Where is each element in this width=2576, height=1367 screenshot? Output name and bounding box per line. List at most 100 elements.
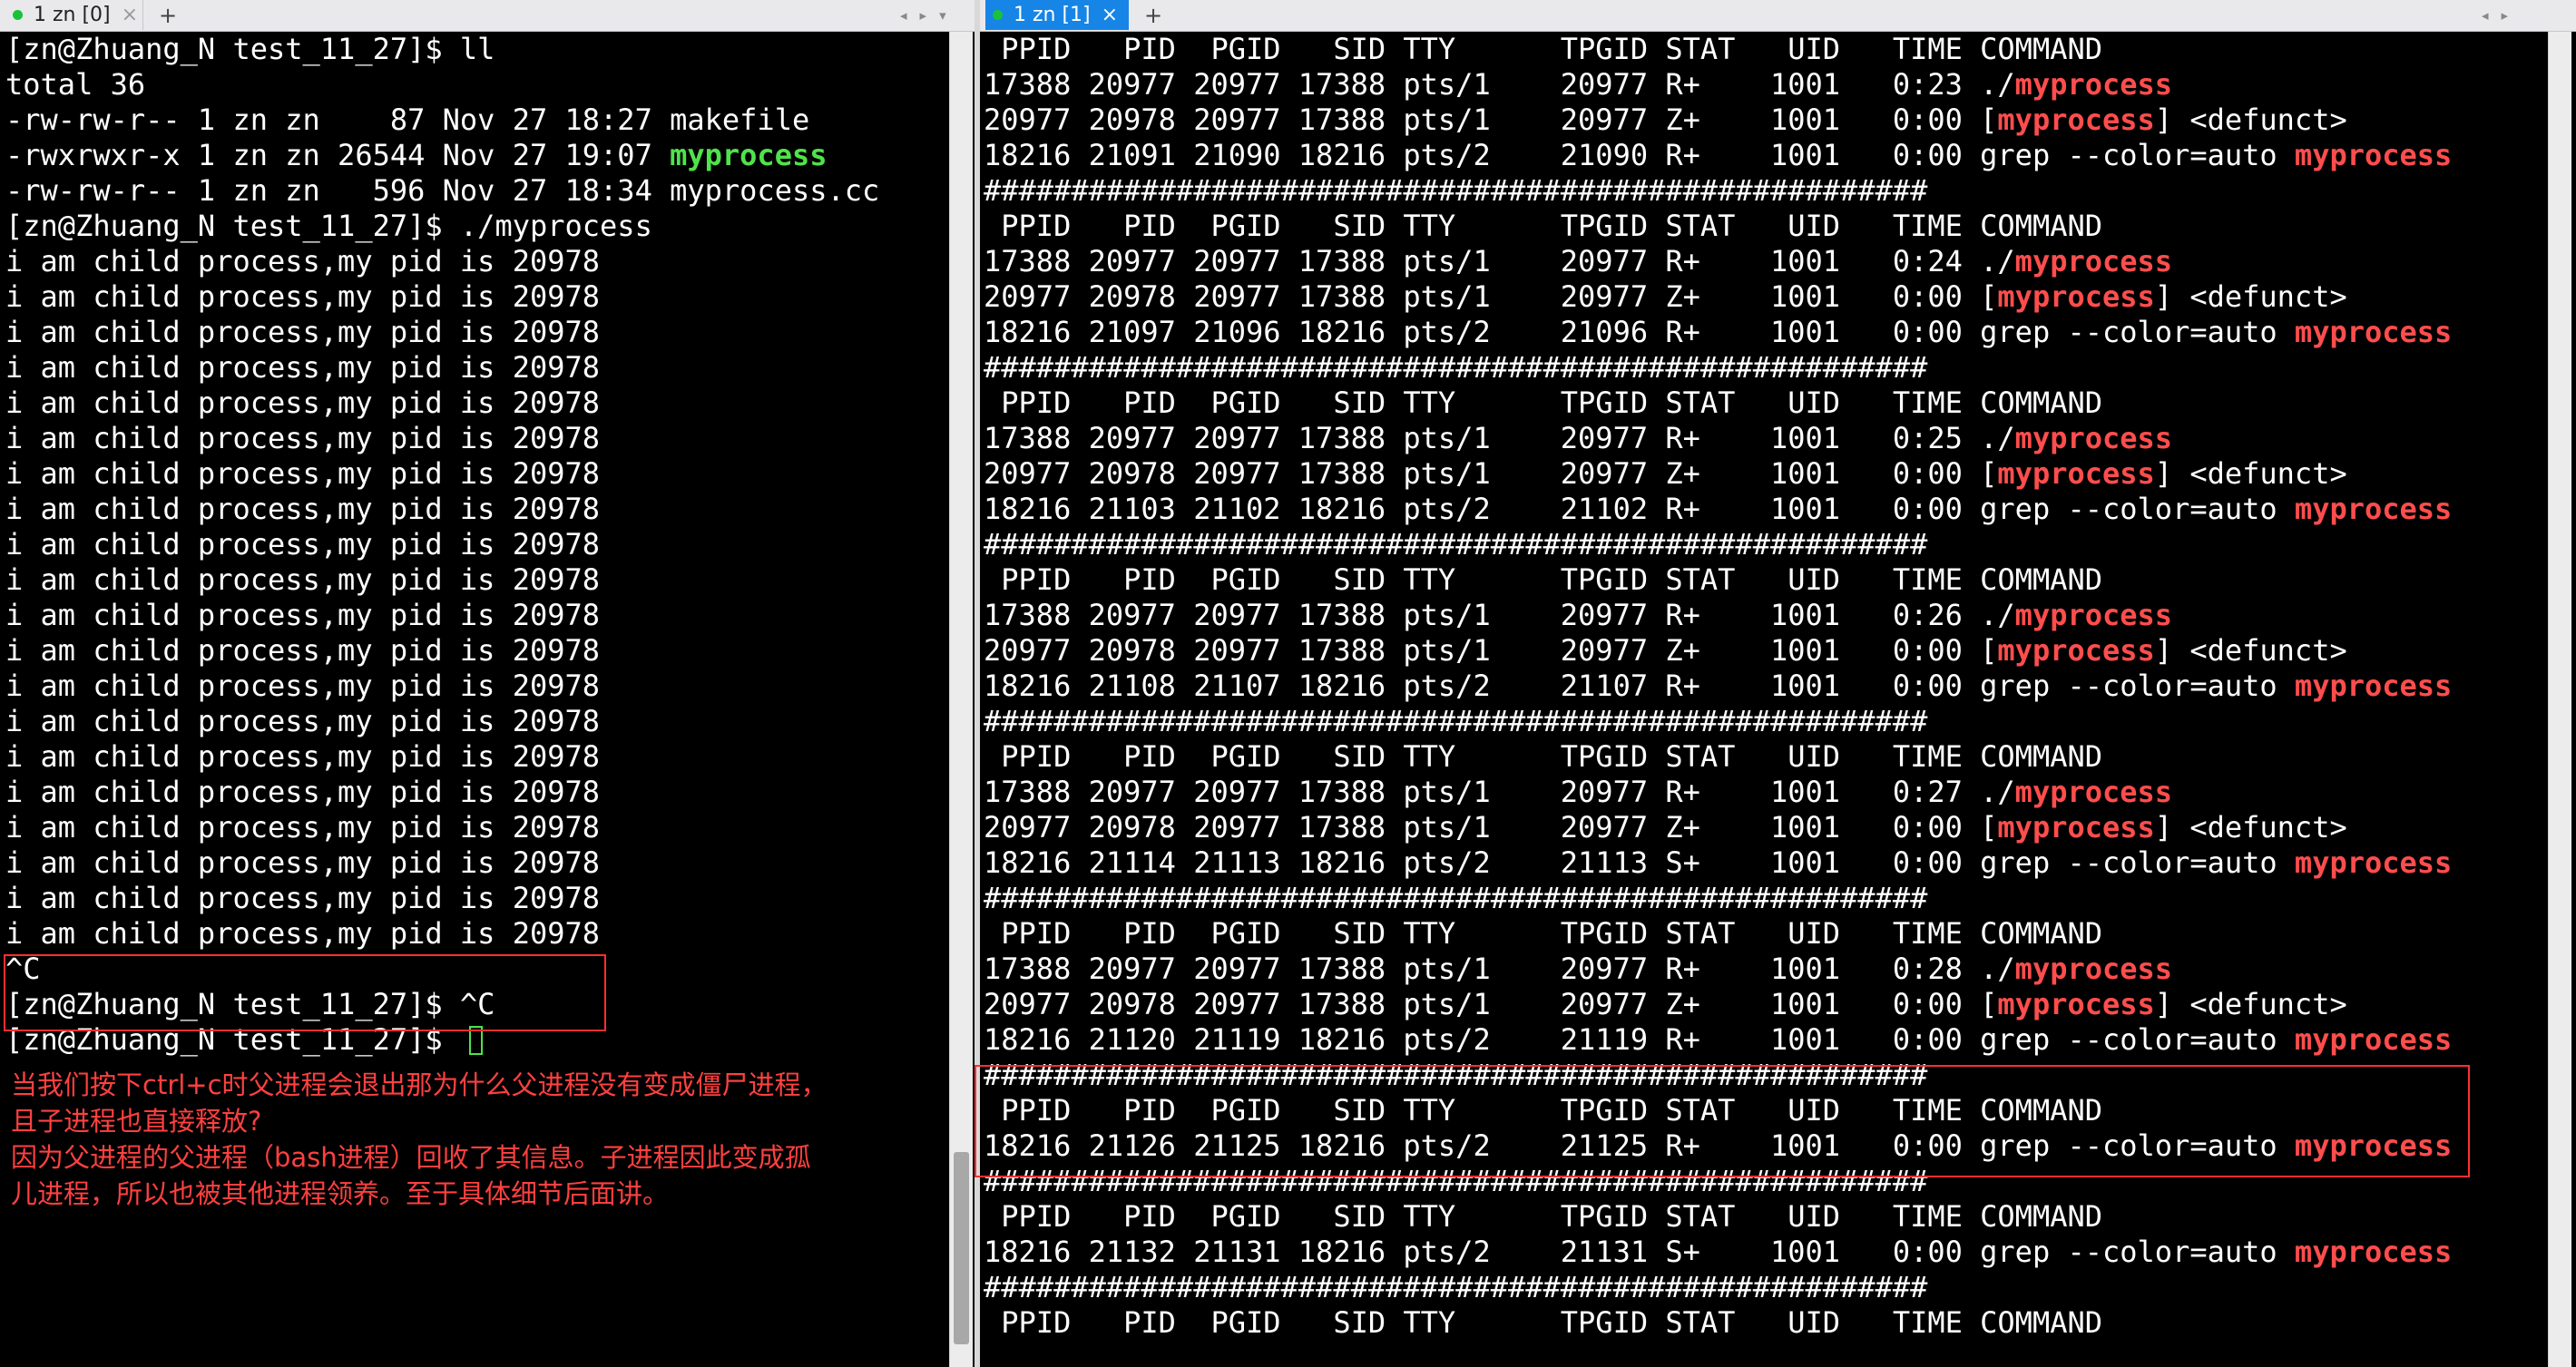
terminal-text: -rwxrwxr-x 1 zn zn 26544 Nov 27 19:07 [5, 138, 671, 172]
terminal-text: 18216 21103 21102 18216 pts/2 21102 R+ 1… [984, 492, 2295, 526]
tab-nav: ◂ ▸ [2482, 0, 2508, 30]
terminal-text: ########################################… [984, 881, 1928, 915]
terminal-text: i am child process,my pid is 20978 [5, 315, 601, 349]
close-icon[interactable]: × [122, 5, 138, 25]
terminal-text: ########################################… [984, 1270, 1928, 1304]
terminal-text: 20977 20978 20977 17388 pts/1 20977 Z+ 1… [984, 103, 1998, 137]
terminal-text: 17388 20977 20977 17388 pts/1 20977 R+ 1… [984, 421, 2015, 455]
terminal-text: 18216 21097 21096 18216 pts/2 21096 R+ 1… [984, 315, 2295, 349]
terminal-line: PPID PID PGID SID TTY TPGID STAT UID TIM… [984, 562, 2526, 598]
terminal-line: 20977 20978 20977 17388 pts/1 20977 Z+ 1… [984, 633, 2526, 669]
terminal-line: i am child process,my pid is 20978 [5, 386, 922, 421]
tab-zn-1[interactable]: 1 zn [1] × [985, 0, 1129, 30]
terminal-line: i am child process,my pid is 20978 [5, 492, 922, 527]
terminal-line: 17388 20977 20977 17388 pts/1 20977 R+ 1… [984, 952, 2526, 987]
grep-match: myprocess [1997, 987, 2155, 1021]
grep-match: myprocess [2014, 952, 2173, 986]
terminal-line: i am child process,my pid is 20978 [5, 704, 922, 739]
terminal-text: PPID PID PGID SID TTY TPGID STAT UID TIM… [984, 916, 2102, 951]
tab-bar-left: 1 zn [0] × + ◂ ▸ ▾ [0, 0, 975, 32]
terminal-line: i am child process,my pid is 20978 [5, 916, 922, 952]
tab-nav: ◂ ▸ ▾ [900, 0, 946, 30]
grep-match: myprocess [2014, 244, 2173, 278]
terminal-line: i am child process,my pid is 20978 [5, 315, 922, 350]
terminal-text: i am child process,my pid is 20978 [5, 527, 601, 561]
terminal-line: 17388 20977 20977 17388 pts/1 20977 R+ 1… [984, 598, 2526, 633]
terminal-text: 18216 21120 21119 18216 pts/2 21119 R+ 1… [984, 1022, 2295, 1057]
terminal-text: i am child process,my pid is 20978 [5, 916, 601, 951]
terminal-text: 17388 20977 20977 17388 pts/1 20977 R+ 1… [984, 775, 2015, 809]
terminal-line: ########################################… [984, 881, 2526, 916]
terminal-text: i am child process,my pid is 20978 [5, 704, 601, 738]
dropdown-arrow-icon[interactable]: ▾ [939, 7, 946, 24]
terminal-text: PPID PID PGID SID TTY TPGID STAT UID TIM… [984, 1305, 2102, 1340]
terminal-line: ########################################… [984, 173, 2526, 209]
terminal-line: i am child process,my pid is 20978 [5, 669, 922, 704]
arrow-left-icon[interactable]: ◂ [2482, 7, 2489, 24]
terminal-text: PPID PID PGID SID TTY TPGID STAT UID TIM… [984, 32, 2102, 66]
arrow-right-icon[interactable]: ▸ [2502, 7, 2509, 24]
grep-match: myprocess [2294, 1235, 2453, 1269]
terminal-line: i am child process,my pid is 20978 [5, 279, 922, 315]
executable-name: myprocess [670, 138, 828, 172]
grep-match: myprocess [2294, 669, 2453, 703]
terminal-text: 20977 20978 20977 17388 pts/1 20977 Z+ 1… [984, 810, 1998, 845]
terminal-text: [zn@Zhuang_N test_11_27]$ ll [5, 32, 495, 66]
terminal-line: ########################################… [984, 527, 2526, 562]
terminal-line: [zn@Zhuang_N test_11_27]$ ll [5, 32, 922, 67]
annotation-note-line: 因为父进程的父进程（bash进程）回收了其信息。子进程因此变成孤 [11, 1142, 811, 1173]
add-tab-button[interactable]: + [1140, 0, 1167, 30]
grep-match: myprocess [1997, 103, 2155, 137]
grep-match: myprocess [2014, 598, 2173, 632]
terminal-text: -rw-rw-r-- 1 zn zn 87 Nov 27 18:27 makef… [5, 103, 810, 137]
arrow-left-icon[interactable]: ◂ [900, 7, 907, 24]
arrow-right-icon[interactable]: ▸ [920, 7, 927, 24]
terminal-line: PPID PID PGID SID TTY TPGID STAT UID TIM… [984, 32, 2526, 67]
terminal-text: 17388 20977 20977 17388 pts/1 20977 R+ 1… [984, 244, 2015, 278]
tab-zn-0[interactable]: 1 zn [0] × [5, 0, 143, 30]
scrollbar-right[interactable] [2548, 32, 2571, 1367]
terminal-text: PPID PID PGID SID TTY TPGID STAT UID TIM… [984, 386, 2102, 420]
terminal-text: PPID PID PGID SID TTY TPGID STAT UID TIM… [984, 562, 2102, 597]
terminal-text: i am child process,my pid is 20978 [5, 633, 601, 668]
scrollbar-left[interactable] [949, 32, 973, 1367]
terminal-line: 17388 20977 20977 17388 pts/1 20977 R+ 1… [984, 421, 2526, 456]
grep-match: myprocess [2014, 775, 2173, 809]
terminal-text: ########################################… [984, 173, 1928, 208]
terminal-text: i am child process,my pid is 20978 [5, 492, 601, 526]
terminal-line: -rw-rw-r-- 1 zn zn 87 Nov 27 18:27 makef… [5, 103, 922, 138]
grep-match: myprocess [2294, 315, 2453, 349]
terminal-text: [zn@Zhuang_N test_11_27]$ ./myprocess [5, 209, 652, 243]
terminal-line: 18216 21120 21119 18216 pts/2 21119 R+ 1… [984, 1022, 2526, 1058]
terminal-line: i am child process,my pid is 20978 [5, 244, 922, 279]
scrollbar-thumb[interactable] [954, 1152, 969, 1344]
close-icon[interactable]: × [1102, 5, 1118, 25]
terminal-line: 20977 20978 20977 17388 pts/1 20977 Z+ 1… [984, 987, 2526, 1022]
terminal-text: i am child process,my pid is 20978 [5, 562, 601, 597]
terminal-text: ] <defunct> [2154, 456, 2347, 491]
terminal-text: 17388 20977 20977 17388 pts/1 20977 R+ 1… [984, 598, 2015, 632]
grep-match: myprocess [2294, 138, 2453, 172]
terminal-text: ########################################… [984, 527, 1928, 561]
terminal-line: i am child process,my pid is 20978 [5, 527, 922, 562]
terminal-line: 20977 20978 20977 17388 pts/1 20977 Z+ 1… [984, 810, 2526, 845]
terminal-text: i am child process,my pid is 20978 [5, 881, 601, 915]
terminal-text: i am child process,my pid is 20978 [5, 421, 601, 455]
terminal-line: [zn@Zhuang_N test_11_27]$ ./myprocess [5, 209, 922, 244]
terminal-line: 20977 20978 20977 17388 pts/1 20977 Z+ 1… [984, 103, 2526, 138]
terminal-text: i am child process,my pid is 20978 [5, 350, 601, 385]
terminal-text: 18216 21114 21113 18216 pts/2 21113 S+ 1… [984, 845, 2295, 880]
terminal-text: 18216 21091 21090 18216 pts/2 21090 R+ 1… [984, 138, 2295, 172]
terminal-line: i am child process,my pid is 20978 [5, 881, 922, 916]
terminal-line: -rw-rw-r-- 1 zn zn 596 Nov 27 18:34 mypr… [5, 173, 922, 209]
grep-match: myprocess [2294, 1022, 2453, 1057]
terminal-line: i am child process,my pid is 20978 [5, 739, 922, 775]
terminal-text: i am child process,my pid is 20978 [5, 456, 601, 491]
terminal-line: i am child process,my pid is 20978 [5, 845, 922, 881]
add-tab-button[interactable]: + [154, 0, 181, 30]
terminal-text: i am child process,my pid is 20978 [5, 739, 601, 774]
terminal-line: 18216 21108 21107 18216 pts/2 21107 R+ 1… [984, 669, 2526, 704]
terminal-text: ] <defunct> [2154, 633, 2347, 668]
grep-match: myprocess [1997, 810, 2155, 845]
terminal-line: ########################################… [984, 704, 2526, 739]
